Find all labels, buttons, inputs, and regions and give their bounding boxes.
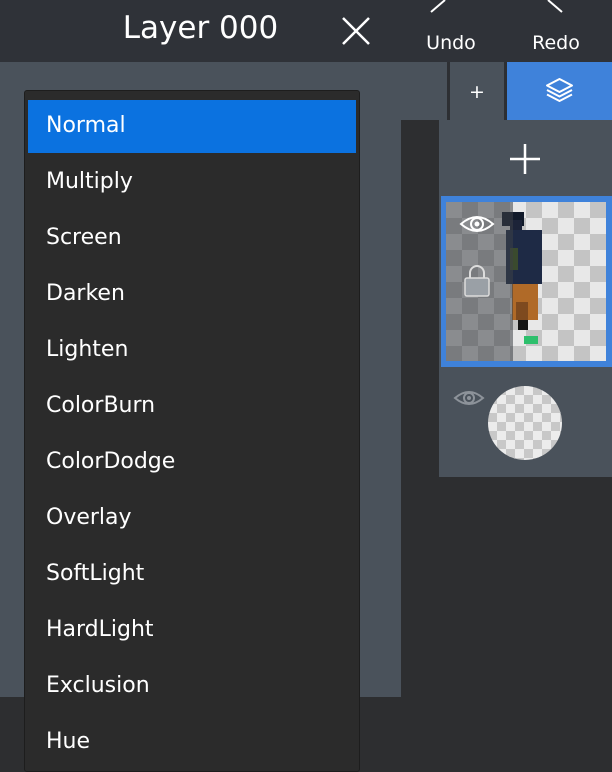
blend-option-hue[interactable]: Hue xyxy=(28,716,356,769)
blend-option-softlight[interactable]: SoftLight xyxy=(28,548,356,601)
background-layer-thumbnail xyxy=(488,386,562,460)
blend-option-lighten[interactable]: Lighten xyxy=(28,324,356,377)
redo-label: Redo xyxy=(532,32,580,54)
undo-button[interactable]: Undo xyxy=(401,0,501,62)
blend-option-overlay[interactable]: Overlay xyxy=(28,492,356,545)
layers-toggle-button[interactable] xyxy=(507,62,612,120)
blend-option-colordodge[interactable]: ColorDodge xyxy=(28,436,356,489)
blend-option-hardlight[interactable]: HardLight xyxy=(28,604,356,657)
layers-icon xyxy=(546,78,573,102)
eye-icon[interactable] xyxy=(453,386,485,410)
blend-option-normal[interactable]: Normal xyxy=(28,100,356,153)
plus-icon xyxy=(510,144,540,174)
eye-icon[interactable] xyxy=(459,210,495,238)
close-icon xyxy=(342,17,370,45)
blend-mode-dropdown[interactable]: Normal Multiply Screen Darken Lighten Co… xyxy=(24,90,360,772)
blend-option-darken[interactable]: Darken xyxy=(28,268,356,321)
undo-icon xyxy=(430,0,446,13)
close-button[interactable] xyxy=(332,10,380,54)
blend-option-multiply[interactable]: Multiply xyxy=(28,156,356,209)
blend-option-exclusion[interactable]: Exclusion xyxy=(28,660,356,713)
lock-icon[interactable] xyxy=(461,264,493,300)
toolbar-button[interactable] xyxy=(401,62,447,120)
redo-button[interactable]: Redo xyxy=(506,0,606,62)
blend-option-screen[interactable]: Screen xyxy=(28,212,356,265)
redo-icon xyxy=(547,0,563,13)
blend-option-colorburn[interactable]: ColorBurn xyxy=(28,380,356,433)
add-layer-button[interactable]: + xyxy=(450,62,504,120)
new-layer-button[interactable] xyxy=(439,122,612,192)
top-toolbar: Undo Redo xyxy=(401,0,612,62)
undo-label: Undo xyxy=(426,32,476,54)
